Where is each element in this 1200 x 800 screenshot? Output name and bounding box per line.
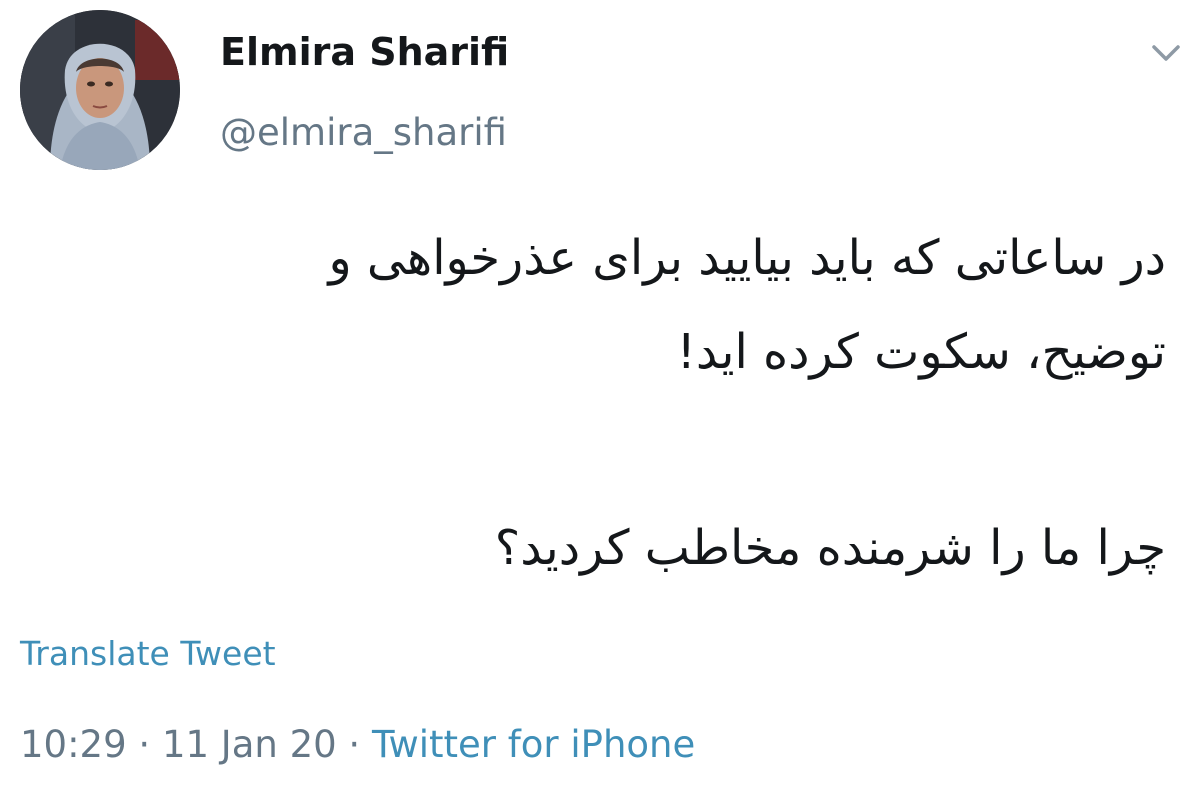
tweet-text-line-1: در ساعاتی که باید بیایید برای عذرخواهی و	[328, 230, 1166, 286]
tweet-date: 11 Jan 20	[161, 723, 337, 766]
chevron-down-icon[interactable]	[1148, 38, 1184, 68]
user-handle[interactable]: @elmira_sharifi	[220, 110, 507, 156]
tweet-text-line-2: توضیح، سکوت کرده اید!	[676, 324, 1166, 380]
translate-tweet-link[interactable]: Translate Tweet	[20, 632, 276, 676]
meta-separator: ·	[336, 723, 372, 766]
tweet-source-link[interactable]: Twitter for iPhone	[372, 723, 695, 766]
display-name[interactable]: Elmira Sharifi	[220, 28, 509, 76]
avatar-image	[20, 10, 180, 170]
meta-separator: ·	[126, 723, 162, 766]
tweet-time: 10:29	[20, 723, 127, 766]
tweet-card: Elmira Sharifi @elmira_sharifi در ساعاتی…	[0, 0, 1200, 800]
avatar[interactable]	[20, 10, 180, 170]
tweet-text-line-3: چرا ما را شرمنده مخاطب کردید؟	[494, 520, 1166, 576]
tweet-meta: 10:29 · 11 Jan 20 · Twitter for iPhone	[20, 720, 695, 770]
